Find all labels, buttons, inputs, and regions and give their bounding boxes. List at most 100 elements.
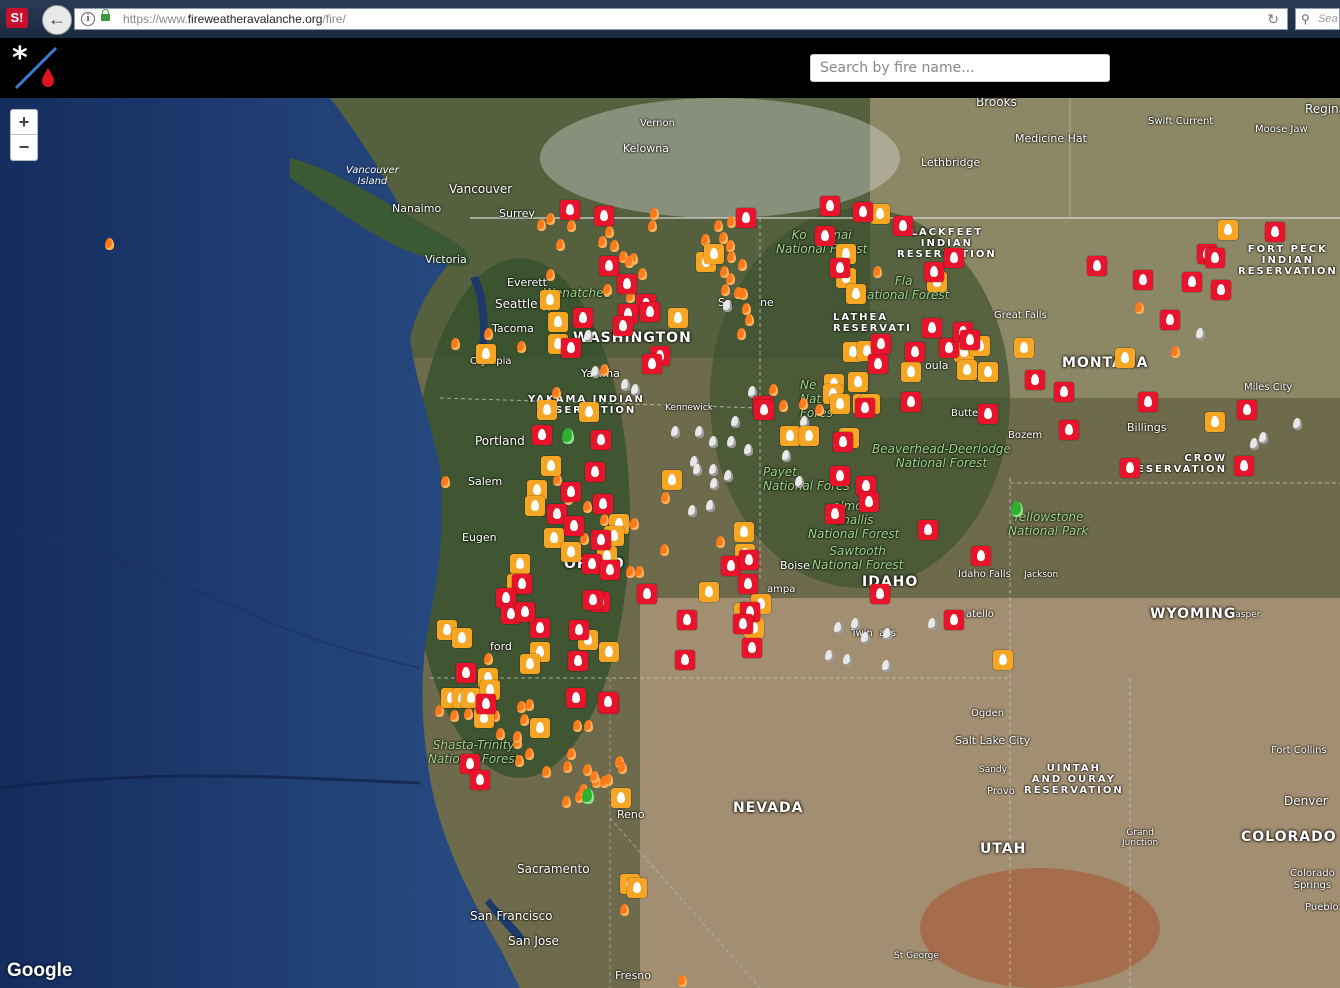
large-fire-marker[interactable] — [1205, 248, 1225, 268]
contained-fire-flame-icon[interactable] — [710, 478, 719, 490]
complex-fire-flame-icon[interactable] — [562, 428, 574, 444]
large-fire-marker[interactable] — [870, 584, 890, 604]
new-fire-marker[interactable] — [510, 554, 530, 574]
hotspot-flame-icon[interactable] — [626, 566, 635, 578]
large-fire-marker[interactable] — [617, 274, 637, 294]
large-fire-marker[interactable] — [560, 200, 580, 220]
large-fire-marker[interactable] — [820, 196, 840, 216]
large-fire-marker[interactable] — [1087, 256, 1107, 276]
contained-fire-flame-icon[interactable] — [851, 618, 860, 630]
contained-fire-flame-icon[interactable] — [825, 650, 834, 662]
hotspot-flame-icon[interactable] — [600, 514, 609, 526]
new-fire-marker[interactable] — [1205, 412, 1225, 432]
large-fire-marker[interactable] — [893, 216, 913, 236]
large-fire-marker[interactable] — [456, 663, 476, 683]
hotspot-flame-icon[interactable] — [517, 341, 526, 353]
hotspot-flame-icon[interactable] — [610, 240, 619, 252]
large-fire-marker[interactable] — [971, 546, 991, 566]
contained-fire-flame-icon[interactable] — [1250, 438, 1259, 450]
large-fire-marker[interactable] — [922, 318, 942, 338]
hotspot-flame-icon[interactable] — [738, 259, 747, 271]
large-fire-marker[interactable] — [566, 688, 586, 708]
hotspot-flame-icon[interactable] — [727, 216, 736, 228]
hotspot-flame-icon[interactable] — [515, 755, 524, 767]
contained-fire-flame-icon[interactable] — [861, 632, 870, 644]
large-fire-marker[interactable] — [754, 400, 774, 420]
new-fire-marker[interactable] — [561, 542, 581, 562]
hotspot-flame-icon[interactable] — [618, 762, 627, 774]
large-fire-marker[interactable] — [918, 520, 938, 540]
url-text[interactable]: https://www.fireweatheravalanche.org/fir… — [123, 12, 346, 26]
hotspot-flame-icon[interactable] — [720, 266, 729, 278]
hotspot-flame-icon[interactable] — [737, 328, 746, 340]
new-fire-marker[interactable] — [541, 456, 561, 476]
hotspot-flame-icon[interactable] — [451, 338, 460, 350]
large-fire-marker[interactable] — [599, 256, 619, 276]
hotspot-flame-icon[interactable] — [441, 476, 450, 488]
large-fire-marker[interactable] — [1138, 392, 1158, 412]
hotspot-flame-icon[interactable] — [638, 268, 647, 280]
hotspot-flame-icon[interactable] — [537, 219, 546, 231]
large-fire-marker[interactable] — [833, 432, 853, 452]
large-fire-marker[interactable] — [532, 425, 552, 445]
hotspot-flame-icon[interactable] — [745, 314, 754, 326]
browser-logo-icon[interactable]: S! — [6, 8, 28, 28]
new-fire-marker[interactable] — [599, 642, 619, 662]
new-fire-marker[interactable] — [1115, 348, 1135, 368]
new-fire-marker[interactable] — [520, 654, 540, 674]
large-fire-marker[interactable] — [564, 516, 584, 536]
large-fire-marker[interactable] — [978, 404, 998, 424]
large-fire-marker[interactable] — [905, 342, 925, 362]
large-fire-marker[interactable] — [476, 694, 496, 714]
large-fire-marker[interactable] — [871, 334, 891, 354]
hotspot-flame-icon[interactable] — [625, 256, 634, 268]
large-fire-marker[interactable] — [960, 330, 980, 350]
zoom-out-button[interactable]: − — [10, 135, 38, 161]
hotspot-flame-icon[interactable] — [721, 284, 730, 296]
large-fire-marker[interactable] — [736, 208, 756, 228]
large-fire-marker[interactable] — [593, 494, 613, 514]
contained-fire-flame-icon[interactable] — [1259, 432, 1268, 444]
contained-fire-flame-icon[interactable] — [724, 470, 733, 482]
contained-fire-flame-icon[interactable] — [1293, 418, 1302, 430]
large-fire-marker[interactable] — [738, 574, 758, 594]
hotspot-flame-icon[interactable] — [567, 220, 576, 232]
lock-icon[interactable] — [101, 9, 110, 21]
new-fire-marker[interactable] — [548, 312, 568, 332]
large-fire-marker[interactable] — [815, 226, 835, 246]
contained-fire-flame-icon[interactable] — [709, 436, 718, 448]
contained-fire-flame-icon[interactable] — [693, 464, 702, 476]
hotspot-flame-icon[interactable] — [873, 266, 882, 278]
zoom-in-button[interactable]: + — [10, 109, 38, 135]
large-fire-marker[interactable] — [1265, 222, 1285, 242]
large-fire-marker[interactable] — [585, 462, 605, 482]
hotspot-flame-icon[interactable] — [584, 720, 593, 732]
hotspot-flame-icon[interactable] — [799, 398, 808, 410]
large-fire-marker[interactable] — [1059, 420, 1079, 440]
new-fire-marker[interactable] — [704, 244, 724, 264]
large-fire-marker[interactable] — [613, 316, 633, 336]
large-fire-marker[interactable] — [721, 556, 741, 576]
large-fire-marker[interactable] — [568, 651, 588, 671]
contained-fire-flame-icon[interactable] — [731, 416, 740, 428]
large-fire-marker[interactable] — [582, 554, 602, 574]
new-fire-marker[interactable] — [662, 470, 682, 490]
new-fire-marker[interactable] — [452, 628, 472, 648]
hotspot-flame-icon[interactable] — [716, 536, 725, 548]
contained-fire-flame-icon[interactable] — [695, 426, 704, 438]
complex-fire-flame-icon[interactable] — [582, 788, 594, 804]
hotspot-flame-icon[interactable] — [590, 771, 599, 783]
large-fire-marker[interactable] — [1120, 458, 1140, 478]
hotspot-flame-icon[interactable] — [605, 226, 614, 238]
hotspot-flame-icon[interactable] — [1171, 346, 1180, 358]
hotspot-flame-icon[interactable] — [513, 731, 522, 743]
large-fire-marker[interactable] — [561, 482, 581, 502]
large-fire-marker[interactable] — [853, 202, 873, 222]
new-fire-marker[interactable] — [780, 426, 800, 446]
contained-fire-flame-icon[interactable] — [795, 476, 804, 488]
complex-fire-flame-icon[interactable] — [1011, 501, 1023, 517]
large-fire-marker[interactable] — [1211, 280, 1231, 300]
hotspot-flame-icon[interactable] — [552, 387, 561, 399]
large-fire-marker[interactable] — [733, 614, 753, 634]
large-fire-marker[interactable] — [573, 308, 593, 328]
